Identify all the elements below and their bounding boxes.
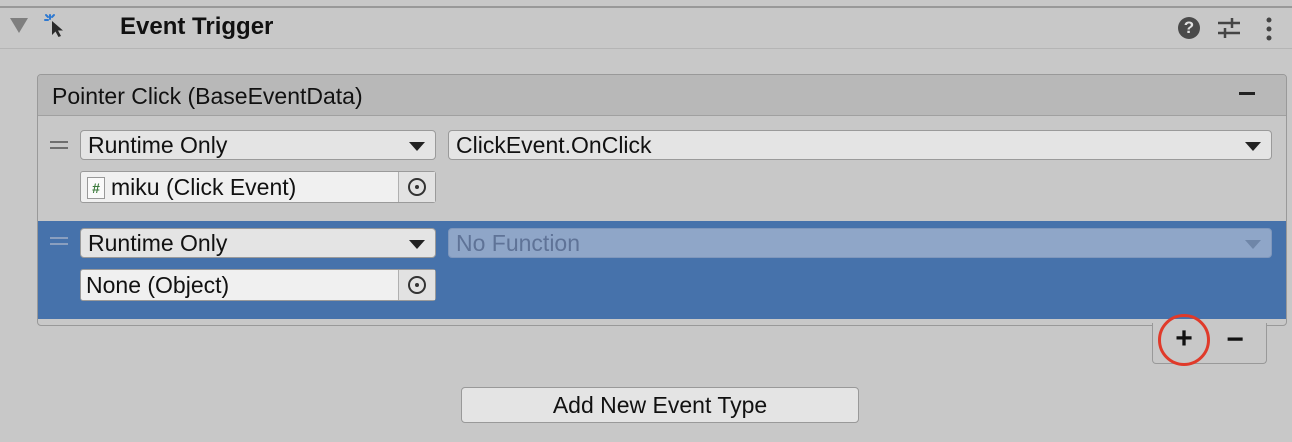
add-new-event-type-button[interactable]: Add New Event Type bbox=[461, 387, 859, 423]
foldout-arrow-icon[interactable] bbox=[10, 18, 28, 33]
remove-entry-button[interactable]: − bbox=[1220, 325, 1250, 355]
event-list: Pointer Click (BaseEventData) Runtime On… bbox=[37, 74, 1287, 326]
function-value: ClickEvent.OnClick bbox=[456, 132, 652, 158]
dropdown-arrow-icon bbox=[409, 240, 425, 249]
function-dropdown[interactable]: ClickEvent.OnClick bbox=[448, 130, 1272, 160]
object-picker-icon[interactable] bbox=[398, 270, 435, 300]
call-state-dropdown[interactable]: Runtime Only bbox=[80, 228, 436, 258]
kebab-menu-icon[interactable] bbox=[1264, 16, 1274, 42]
target-object-value: None (Object) bbox=[86, 272, 230, 298]
add-entry-button[interactable]: + bbox=[1158, 314, 1210, 366]
presets-icon[interactable] bbox=[1216, 16, 1242, 40]
call-state-dropdown[interactable]: Runtime Only bbox=[80, 130, 436, 160]
remove-event-type-button[interactable] bbox=[1234, 81, 1260, 107]
dropdown-arrow-icon bbox=[409, 142, 425, 151]
function-value: No Function bbox=[456, 230, 581, 256]
dropdown-arrow-icon bbox=[1245, 142, 1261, 151]
event-list-header: Pointer Click (BaseEventData) bbox=[38, 75, 1286, 116]
event-type-title: Pointer Click (BaseEventData) bbox=[52, 83, 363, 109]
call-state-value: Runtime Only bbox=[88, 132, 228, 158]
object-picker-icon[interactable] bbox=[398, 172, 435, 202]
header-separator bbox=[0, 48, 1292, 49]
top-border bbox=[0, 6, 1292, 8]
target-object-field[interactable]: None (Object) bbox=[80, 269, 436, 301]
call-state-value: Runtime Only bbox=[88, 230, 228, 256]
component-title: Event Trigger bbox=[120, 13, 274, 40]
help-icon[interactable]: ? bbox=[1178, 17, 1200, 39]
function-dropdown[interactable]: No Function bbox=[448, 228, 1272, 258]
event-trigger-icon bbox=[44, 14, 63, 37]
target-object-value: miku (Click Event) bbox=[111, 174, 297, 200]
script-icon: # bbox=[87, 177, 105, 199]
dropdown-arrow-icon bbox=[1245, 240, 1261, 249]
target-object-field[interactable]: # miku (Click Event) bbox=[80, 171, 436, 203]
drag-handle-icon[interactable] bbox=[50, 237, 68, 245]
drag-handle-icon[interactable] bbox=[50, 141, 68, 149]
